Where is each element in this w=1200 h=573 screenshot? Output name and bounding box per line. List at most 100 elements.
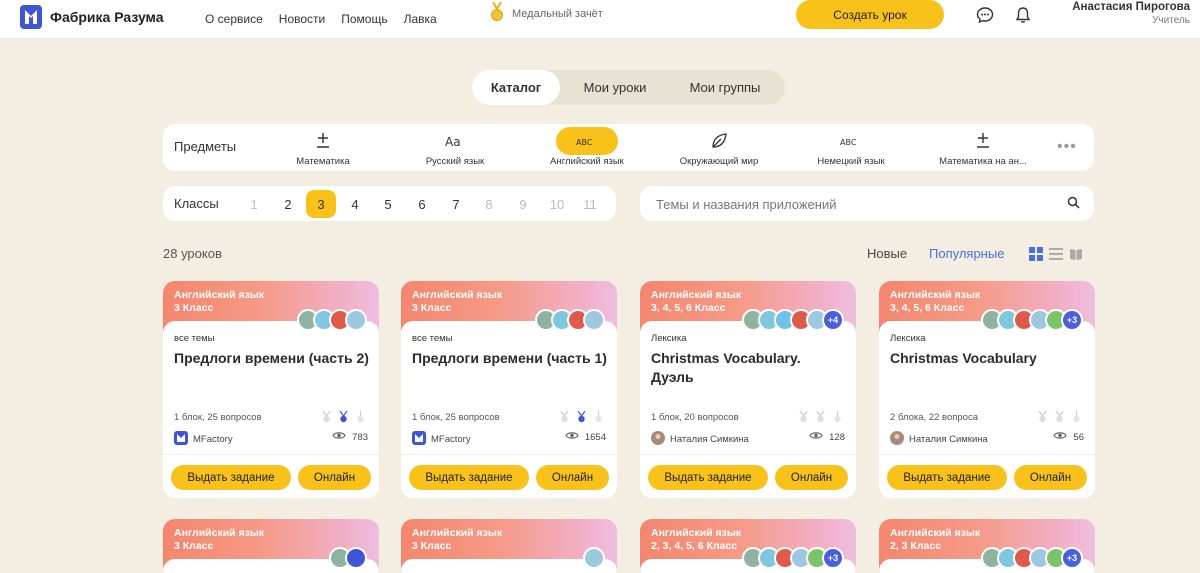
card-author[interactable]: MFactory: [174, 431, 233, 448]
nav-shop[interactable]: Лавка: [404, 12, 437, 26]
more-avatars-badge[interactable]: +3: [1061, 547, 1083, 569]
assign-task-button[interactable]: Выдать задание: [648, 465, 768, 490]
sort-new[interactable]: Новые: [867, 246, 907, 261]
sort-popular[interactable]: Популярные: [929, 246, 1004, 261]
lesson-card[interactable]: Английский язык 3 Класс все темы Предлоги…: [163, 281, 379, 498]
chat-icon[interactable]: [974, 4, 996, 26]
abc-icon: ABC: [820, 127, 882, 155]
nav-help[interactable]: Помощь: [341, 12, 387, 26]
lesson-card[interactable]: Английский язык 3 Класс: [163, 519, 379, 573]
leaf-icon: [688, 127, 750, 155]
card-author[interactable]: Наталия Симкина: [651, 431, 749, 448]
online-button[interactable]: Онлайн: [536, 465, 609, 490]
card-divider: [401, 454, 617, 455]
card-avatars: +3: [981, 309, 1083, 331]
subject-world[interactable]: Окружающий мир: [657, 127, 781, 167]
card-medals: [799, 410, 842, 428]
search-input[interactable]: [656, 194, 1056, 214]
card-subject: Английский язык 3 Класс: [412, 527, 503, 552]
grade-2[interactable]: 2: [273, 190, 303, 218]
grade-8[interactable]: 8: [474, 190, 504, 218]
book-view-icon[interactable]: [1069, 247, 1083, 266]
subject-english[interactable]: ABC Английский язык: [525, 127, 649, 167]
card-views: 1654: [565, 431, 606, 443]
user-menu[interactable]: Анастасия Пирогова Учитель: [1072, 0, 1190, 27]
nav-about[interactable]: О сервисе: [205, 12, 263, 26]
grade-1[interactable]: 1: [239, 190, 269, 218]
grades-label: Классы: [174, 196, 219, 211]
card-author[interactable]: Наталия Симкина: [890, 431, 988, 448]
medal-icon: [816, 410, 825, 428]
eye-icon: [809, 431, 823, 443]
grid-view-icon[interactable]: [1029, 247, 1043, 266]
grade-10[interactable]: 10: [542, 190, 572, 218]
lesson-card[interactable]: Английский язык 3, 4, 5, 6 Класс +3 Лекси…: [879, 281, 1095, 498]
subject-german[interactable]: ABC Немецкий язык: [789, 127, 913, 167]
search-icon[interactable]: [1067, 196, 1080, 214]
lesson-card[interactable]: Английский язык 3 Класс: [401, 519, 617, 573]
bell-icon[interactable]: [1012, 4, 1034, 26]
medal-icon: [490, 1, 504, 27]
author-name: Наталия Симкина: [909, 434, 988, 445]
subjects-filter: Предметы Математика Aa Русский язык ABC …: [163, 124, 1094, 171]
assign-task-button[interactable]: Выдать задание: [409, 465, 529, 490]
create-lesson-button[interactable]: Создать урок: [796, 0, 944, 29]
catalog-tabs: Каталог Мои уроки Мои группы: [472, 70, 785, 105]
medal-icon: [833, 410, 842, 428]
card-views: 128: [809, 431, 845, 443]
card-title[interactable]: Christmas Vocabulary. Дуэль: [651, 349, 847, 387]
assign-task-button[interactable]: Выдать задание: [171, 465, 291, 490]
card-title[interactable]: Предлоги времени (часть 1): [412, 349, 608, 368]
search-box: [640, 186, 1094, 221]
aa-icon: Aa: [424, 127, 486, 155]
subject-russian[interactable]: Aa Русский язык: [393, 127, 517, 167]
medal-icon: [322, 410, 331, 428]
medal-icon: [560, 410, 569, 428]
grade-6[interactable]: 6: [407, 190, 437, 218]
user-role: Учитель: [1152, 15, 1190, 26]
card-title[interactable]: Предлоги времени (часть 2): [174, 349, 370, 368]
tab-my-lessons[interactable]: Мои уроки: [560, 70, 670, 105]
author-avatar: [890, 431, 904, 448]
medal-standings[interactable]: Медальный зачёт: [490, 0, 603, 28]
grade-3[interactable]: 3: [306, 190, 336, 218]
subject-math-english[interactable]: Математика на ан...: [921, 127, 1045, 167]
more-subjects-icon[interactable]: •••: [1057, 138, 1077, 156]
medal-icon: [1038, 410, 1047, 428]
grade-9[interactable]: 9: [508, 190, 538, 218]
grade-7[interactable]: 7: [441, 190, 471, 218]
more-avatars-badge[interactable]: +3: [1061, 309, 1083, 331]
online-button[interactable]: Онлайн: [775, 465, 848, 490]
online-button[interactable]: Онлайн: [298, 465, 371, 490]
lesson-card[interactable]: Английский язык 3, 4, 5, 6 Класс +4 Лекси…: [640, 281, 856, 498]
card-subject: Английский язык 2, 3 Класс: [890, 527, 981, 552]
medal-standings-label: Медальный зачёт: [512, 8, 603, 20]
lesson-card[interactable]: Английский язык 2, 3 Класс +3: [879, 519, 1095, 573]
subject-math[interactable]: Математика: [261, 127, 385, 167]
grade-5[interactable]: 5: [373, 190, 403, 218]
tab-catalog[interactable]: Каталог: [472, 70, 560, 105]
author-name: MFactory: [193, 434, 233, 445]
lesson-card[interactable]: Английский язык 2, 3, 4, 5, 6 Класс +3: [640, 519, 856, 573]
author-name: Наталия Симкина: [670, 434, 749, 445]
online-button[interactable]: Онлайн: [1014, 465, 1087, 490]
card-topic: все темы: [412, 333, 453, 344]
card-title[interactable]: Christmas Vocabulary: [890, 349, 1086, 368]
assign-task-button[interactable]: Выдать задание: [887, 465, 1007, 490]
lesson-card[interactable]: Английский язык 3 Класс все темы Предлоги…: [401, 281, 617, 498]
card-author[interactable]: MFactory: [412, 431, 471, 448]
grade-4[interactable]: 4: [340, 190, 370, 218]
card-avatars: [535, 309, 605, 331]
card-medals: [1038, 410, 1081, 428]
card-avatars: [297, 309, 367, 331]
author-avatar: [174, 431, 188, 448]
grade-11[interactable]: 11: [575, 190, 605, 218]
list-view-icon[interactable]: [1049, 247, 1063, 266]
nav-news[interactable]: Новости: [279, 12, 325, 26]
more-avatars-badge[interactable]: +4: [822, 309, 844, 331]
more-avatars-badge[interactable]: +3: [822, 547, 844, 569]
tab-my-groups[interactable]: Мои группы: [670, 70, 780, 105]
logo[interactable]: Фабрика Разума: [20, 5, 164, 29]
eye-icon: [565, 431, 579, 443]
card-divider: [640, 454, 856, 455]
